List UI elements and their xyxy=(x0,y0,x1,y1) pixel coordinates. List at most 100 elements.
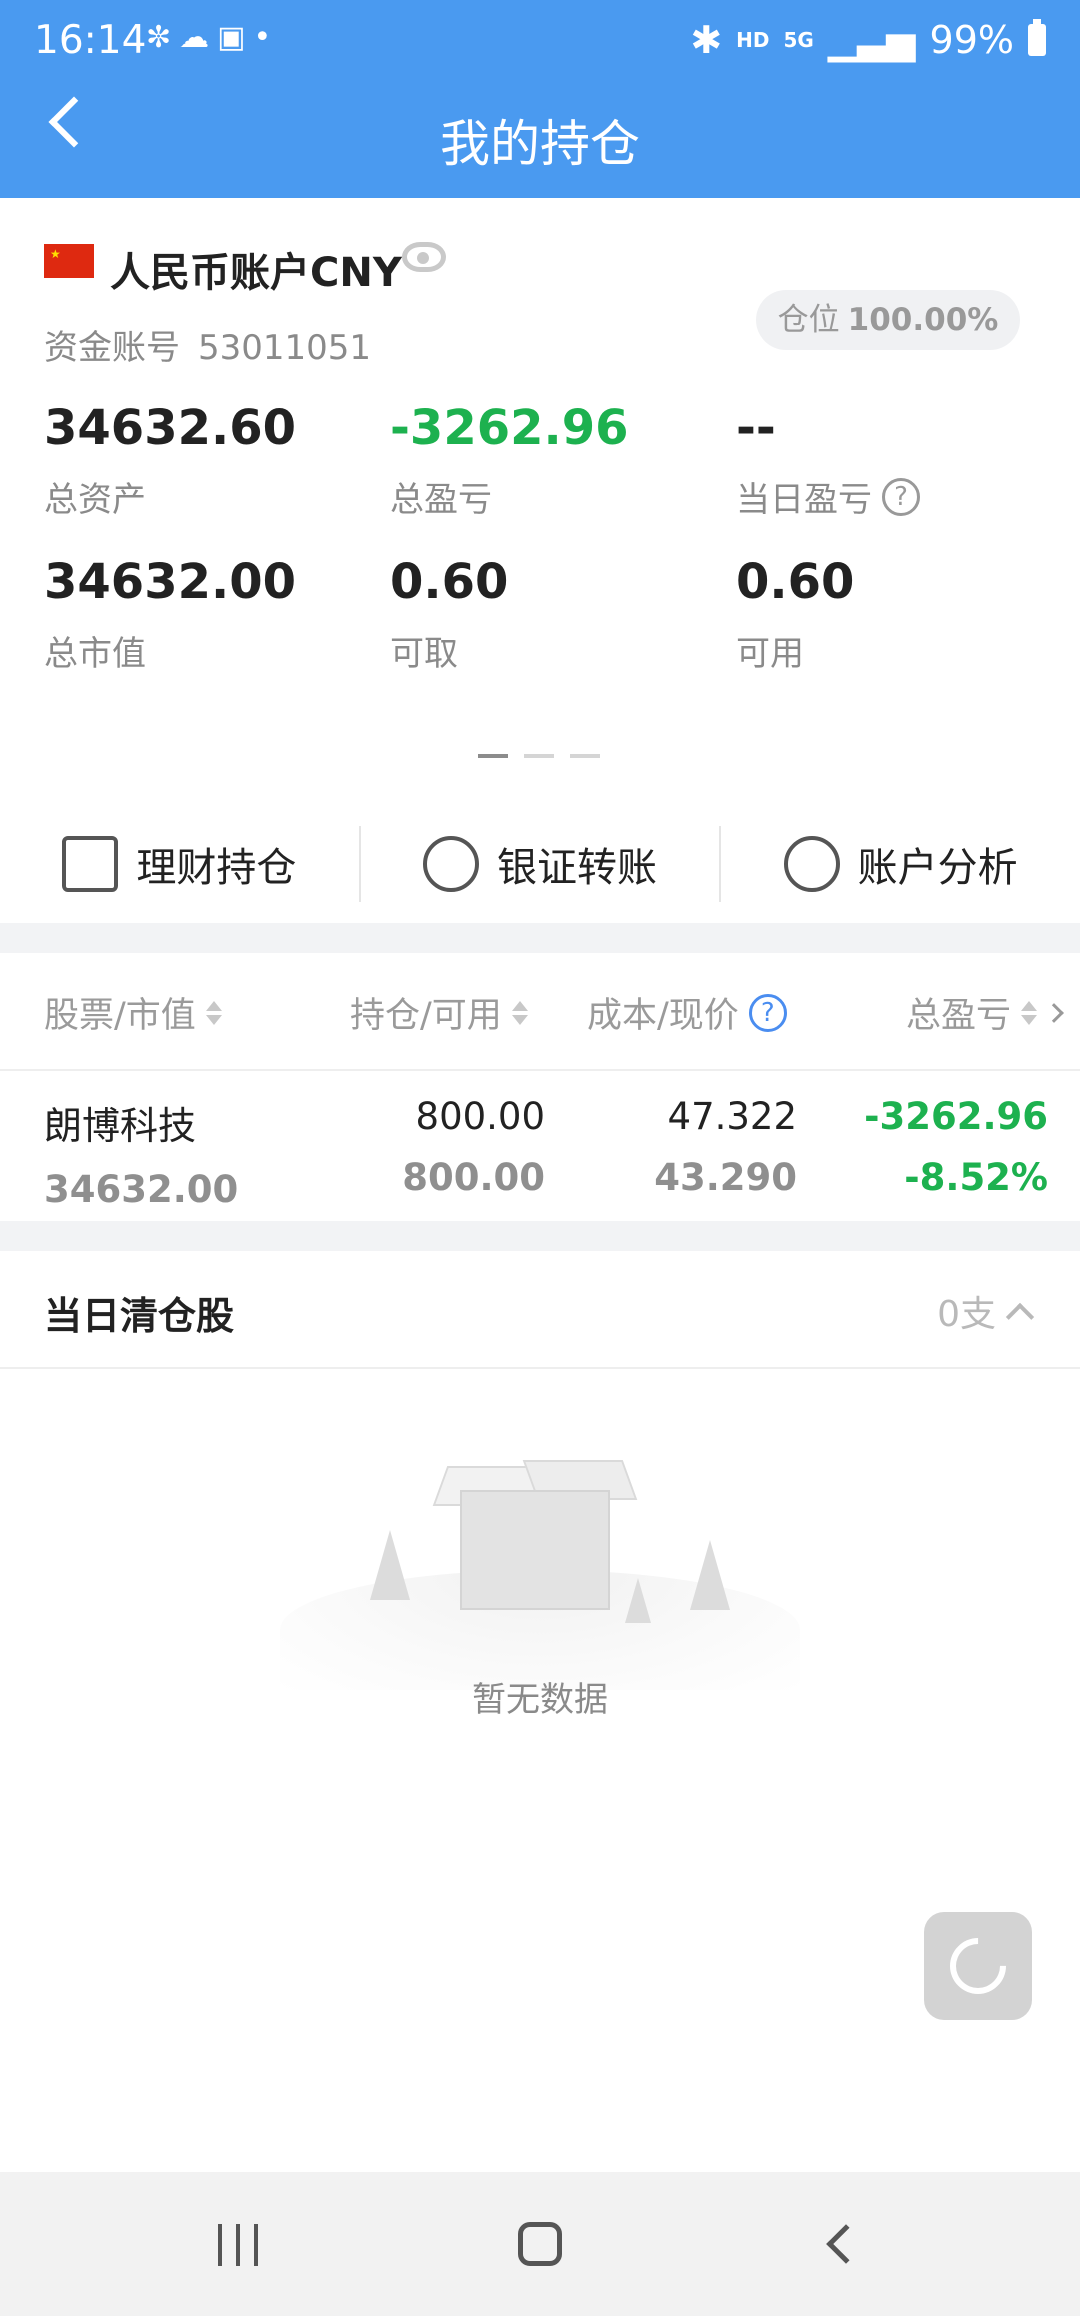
sort-holding-available[interactable]: 持仓/可用 xyxy=(350,987,528,1038)
metric-value: 34632.60 xyxy=(44,400,297,456)
transfer-icon xyxy=(423,835,479,892)
cost-price-header: 成本/现价 ? xyxy=(587,987,787,1038)
recent-apps-icon[interactable] xyxy=(218,2224,258,2266)
available-qty: 800.00 xyxy=(402,1156,545,1199)
cleared-count: 0支 xyxy=(937,1285,1035,1337)
column-header: 总盈亏 xyxy=(906,996,1012,1036)
dot-icon: • xyxy=(253,20,280,55)
sort-stock-value[interactable]: 股票/市值 xyxy=(44,987,222,1038)
battery-text: 99% xyxy=(929,18,1014,62)
system-nav-bar xyxy=(0,2172,1080,2316)
stock-name: 朗博科技 xyxy=(44,1104,197,1148)
current-price: 43.290 xyxy=(654,1156,797,1199)
section-gap xyxy=(0,1221,1080,1251)
metric-market-value: 34632.00 总市值 xyxy=(44,554,296,675)
table-row[interactable]: 朗博科技 34632.00 800.00 800.00 47.322 43.29… xyxy=(0,1071,1080,1221)
nav-back-icon[interactable] xyxy=(826,2224,866,2264)
empty-state-text: 暂无数据 xyxy=(472,1680,608,1720)
metric-withdrawable: 0.60 可取 xyxy=(390,554,508,675)
holding-qty: 800.00 xyxy=(415,1095,545,1138)
metric-label: 当日盈亏 xyxy=(736,480,872,520)
pl-cell: -3262.96 -8.52% xyxy=(830,1095,1048,1199)
stock-market-value: 34632.00 xyxy=(44,1168,239,1211)
page-dot xyxy=(570,754,600,758)
cleared-stocks-section[interactable]: 当日清仓股 0支 xyxy=(0,1251,1080,1369)
page-dot xyxy=(478,754,508,758)
status-left-icons: ✼☁▣• xyxy=(146,20,279,55)
signal-icon: ▁▃▅ xyxy=(827,18,916,62)
bank-transfer-button[interactable]: 银证转账 xyxy=(361,806,720,921)
account-number-row: 资金账号 53011051 xyxy=(44,320,371,369)
empty-state-illustration xyxy=(270,1400,810,1690)
account-number: 53011051 xyxy=(198,328,372,368)
home-icon[interactable] xyxy=(518,2222,562,2266)
quick-action-label: 账户分析 xyxy=(857,844,1018,891)
metric-label: 可取 xyxy=(390,634,458,674)
help-icon[interactable]: ? xyxy=(748,993,787,1032)
cost-price: 47.322 xyxy=(667,1095,797,1138)
metric-value: -3262.96 xyxy=(390,400,629,456)
account-analysis-button[interactable]: 账户分析 xyxy=(721,806,1080,921)
position-badge: 仓位 100.00% xyxy=(756,290,1020,350)
page-title: 我的持仓 xyxy=(440,115,640,173)
metric-label: 总资产 xyxy=(44,480,146,520)
network-icon: ✼ xyxy=(146,20,180,55)
page-indicator xyxy=(478,754,600,758)
cost-price-cell: 47.322 43.290 xyxy=(620,1095,797,1199)
sort-total-pl[interactable]: 总盈亏 xyxy=(906,987,1064,1038)
chevron-up-icon[interactable] xyxy=(1005,1302,1035,1332)
metric-daily-pl: -- 当日盈亏? xyxy=(736,400,920,521)
metric-available: 0.60 可用 xyxy=(736,554,854,675)
battery-icon xyxy=(1028,19,1046,56)
wealth-holdings-button[interactable]: 理财持仓 xyxy=(0,806,359,921)
metric-value: -- xyxy=(736,400,776,456)
tree-icon xyxy=(690,1540,730,1610)
hd-icon: HD xyxy=(736,28,770,52)
refresh-button[interactable] xyxy=(924,1912,1032,2020)
metric-value: 34632.00 xyxy=(44,554,297,610)
holdings-table-header: 股票/市值 持仓/可用 成本/现价 ? 总盈亏 xyxy=(0,953,1080,1071)
metric-label: 总盈亏 xyxy=(390,480,492,520)
quick-actions: 理财持仓 银证转账 账户分析 xyxy=(0,806,1080,921)
status-right: ✱ HD 5G ▁▃▅ 99% xyxy=(690,18,1046,62)
metric-total-pl: -3262.96 总盈亏 xyxy=(390,400,629,521)
metric-value: 0.60 xyxy=(736,554,855,610)
help-icon[interactable]: ? xyxy=(882,477,920,516)
bluetooth-icon: ✱ xyxy=(690,18,723,62)
empty-box-icon xyxy=(432,1450,638,1610)
account-number-label: 资金账号 xyxy=(44,328,180,368)
sort-icon xyxy=(511,1000,528,1025)
5g-icon: 5G xyxy=(783,28,814,52)
metric-value: 0.60 xyxy=(390,554,509,610)
house-chart-icon xyxy=(62,835,119,892)
chevron-right-icon[interactable] xyxy=(1044,1002,1064,1023)
tree-icon xyxy=(370,1530,410,1600)
image-icon: ▣ xyxy=(217,20,254,55)
cloud-icon: ☁ xyxy=(179,20,218,55)
pie-chart-icon xyxy=(783,835,840,892)
sort-icon xyxy=(205,1000,222,1025)
quick-action-label: 银证转账 xyxy=(497,844,657,891)
cleared-count-text: 0支 xyxy=(937,1294,996,1335)
eye-icon[interactable] xyxy=(402,242,446,272)
position-label: 仓位 xyxy=(777,302,840,338)
china-flag-icon xyxy=(44,244,94,278)
column-header: 成本/现价 xyxy=(587,996,739,1036)
position-value: 100.00% xyxy=(847,302,999,338)
account-card: 人民币账户CNY 资金账号 53011051 仓位100.00% 34632.60… xyxy=(0,198,1080,923)
quick-action-label: 理财持仓 xyxy=(136,844,297,891)
pl-amount: -3262.96 xyxy=(864,1095,1048,1138)
column-header: 持仓/可用 xyxy=(350,996,502,1036)
section-gap xyxy=(0,923,1080,953)
pl-percent: -8.52% xyxy=(904,1156,1048,1199)
status-time: 16:14 xyxy=(34,18,147,63)
metric-label: 可用 xyxy=(736,634,804,674)
metric-total-assets: 34632.60 总资产 xyxy=(44,400,296,521)
metric-label: 总市值 xyxy=(44,634,146,674)
app-header: 16:14 ✼☁▣• ✱ HD 5G ▁▃▅ 99% 我的持仓 xyxy=(0,0,1080,198)
page-dot xyxy=(524,754,554,758)
cleared-title: 当日清仓股 xyxy=(44,1294,235,1338)
column-header: 股票/市值 xyxy=(44,996,196,1036)
account-name: 人民币账户CNY xyxy=(110,250,402,296)
sort-icon xyxy=(1021,1000,1038,1025)
